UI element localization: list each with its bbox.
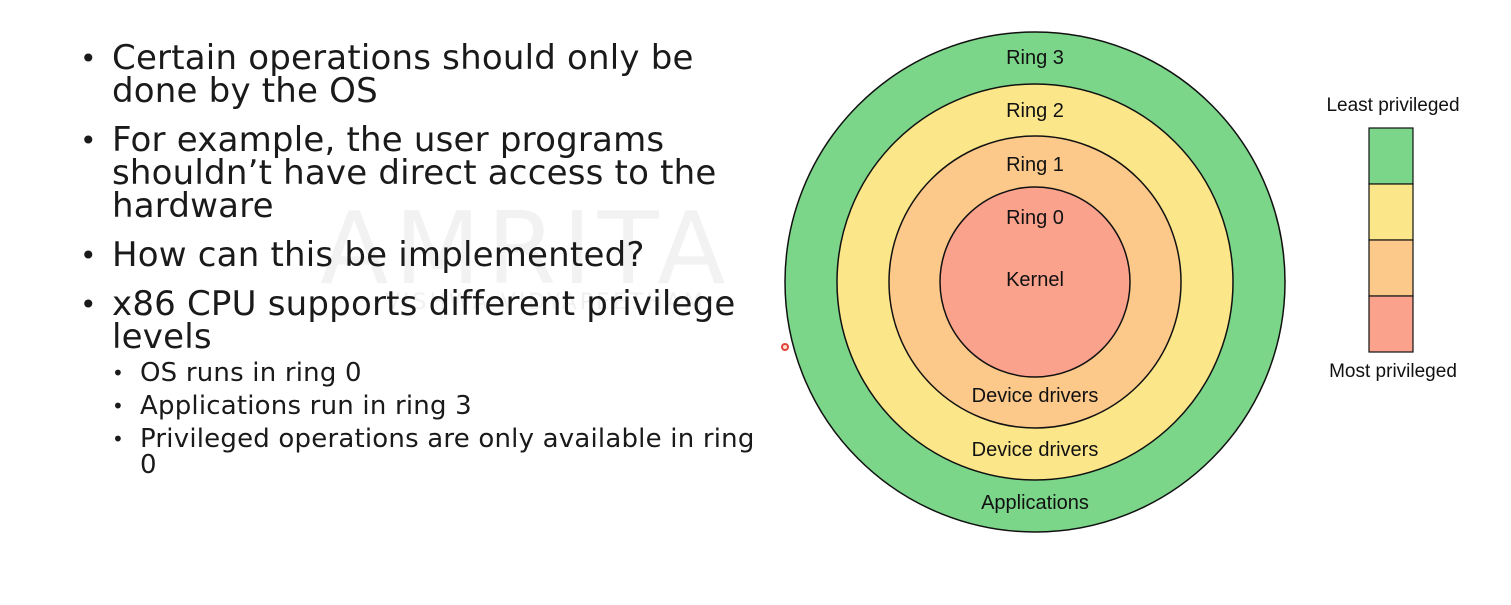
slide: AMRITA VISHWA VIDYAPEETHAM Certain opera… — [0, 0, 1511, 605]
scale-segment-ring-1 — [1368, 239, 1414, 297]
kernel-label: Kernel — [1006, 269, 1064, 291]
sub-bullet-item: Applications run in ring 3 — [112, 393, 760, 419]
ring-2-label: Ring 2 — [1006, 100, 1064, 122]
bullet-text: For example, the user programs shouldn’t… — [112, 120, 717, 226]
bullet-text: How can this be implemented? — [112, 235, 645, 275]
bullet-item: Certain operations should only be done b… — [80, 41, 760, 108]
ring-2-bottom-label: Device drivers — [972, 439, 1099, 461]
sub-bullet-text: Privileged operations are only available… — [140, 424, 755, 480]
bullet-item: How can this be implemented? — [80, 238, 760, 272]
scale-segment-ring-3 — [1368, 127, 1414, 185]
bullet-text: Certain operations should only be done b… — [112, 38, 694, 111]
sub-bullet-text: Applications run in ring 3 — [140, 391, 472, 421]
sub-bullet-list: OS runs in ring 0 Applications run in ri… — [112, 360, 760, 478]
ring-3-label: Ring 3 — [1006, 47, 1064, 69]
ring-3-bottom-label: Applications — [981, 492, 1089, 514]
ring-1-bottom-label: Device drivers — [972, 385, 1099, 407]
mouse-cursor-icon — [781, 343, 789, 351]
least-privileged-label: Least privileged — [1326, 95, 1459, 116]
scale-segment-ring-0 — [1368, 295, 1414, 353]
ring-0-label: Ring 0 — [1006, 207, 1064, 229]
sub-bullet-text: OS runs in ring 0 — [140, 358, 362, 388]
bullet-item: x86 CPU supports different privilege lev… — [80, 287, 760, 478]
bullet-list: Certain operations should only be done b… — [80, 41, 760, 494]
scale-segment-ring-2 — [1368, 183, 1414, 241]
sub-bullet-item: Privileged operations are only available… — [112, 426, 760, 478]
privilege-rings-diagram: Ring 3 Ring 2 Ring 1 Ring 0 Kernel Devic… — [784, 31, 1460, 533]
sub-bullet-item: OS runs in ring 0 — [112, 360, 760, 386]
bullet-text: x86 CPU supports different privilege lev… — [112, 284, 736, 357]
ring-1-label: Ring 1 — [1006, 154, 1064, 176]
most-privileged-label: Most privileged — [1329, 361, 1457, 382]
bullet-item: For example, the user programs shouldn’t… — [80, 123, 760, 223]
